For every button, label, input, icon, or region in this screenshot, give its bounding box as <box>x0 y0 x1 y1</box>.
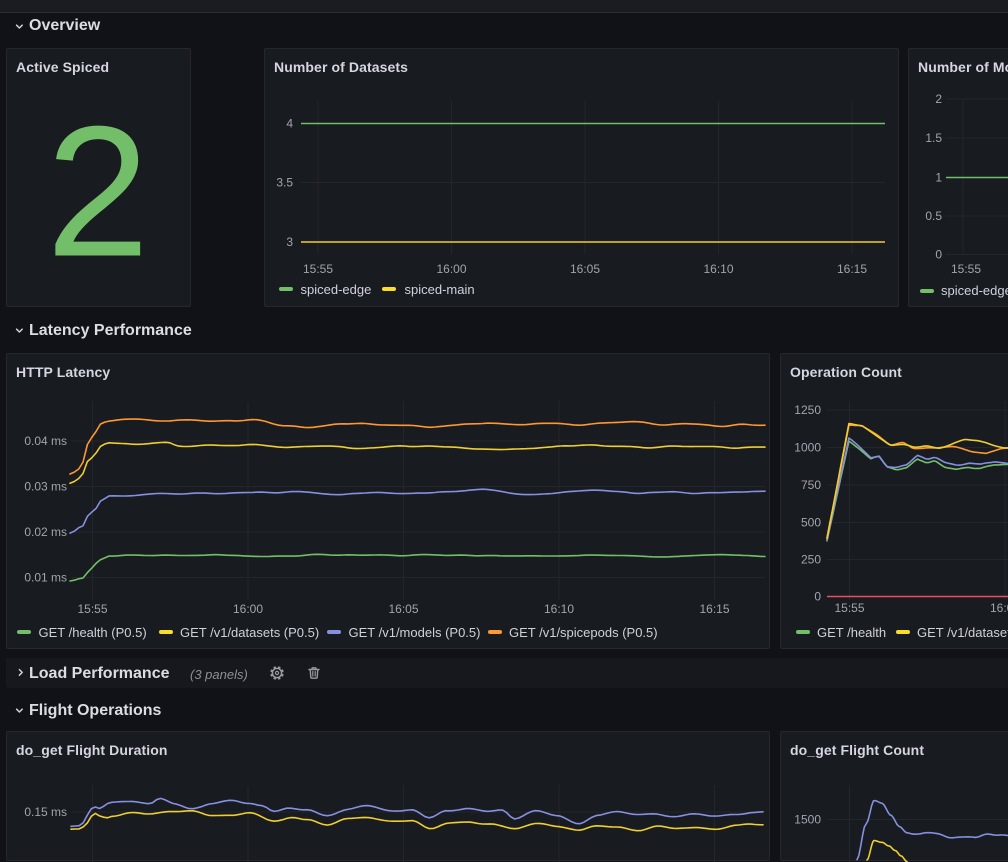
svg-text:16:10: 16:10 <box>703 262 733 276</box>
svg-text:3.5: 3.5 <box>276 176 293 190</box>
svg-text:GET /health: GET /health <box>817 625 886 640</box>
svg-text:250: 250 <box>801 553 821 567</box>
svg-text:16:10: 16:10 <box>544 602 574 616</box>
svg-text:0.02 ms: 0.02 ms <box>24 525 67 539</box>
svg-text:0.03 ms: 0.03 ms <box>24 480 67 494</box>
svg-text:1.5: 1.5 <box>925 131 942 145</box>
svg-text:GET /v1/datasets: GET /v1/datasets <box>917 625 1008 640</box>
svg-text:4: 4 <box>286 117 293 131</box>
svg-text:3: 3 <box>286 235 293 249</box>
svg-text:16:15: 16:15 <box>699 602 729 616</box>
svg-text:500: 500 <box>801 516 821 530</box>
svg-text:1: 1 <box>935 171 942 185</box>
svg-text:0.15 ms: 0.15 ms <box>24 805 67 819</box>
svg-text:GET /v1/models (P0.5): GET /v1/models (P0.5) <box>349 625 481 640</box>
svg-text:GET /v1/datasets (P0.5): GET /v1/datasets (P0.5) <box>180 625 319 640</box>
svg-text:0.04 ms: 0.04 ms <box>24 434 67 448</box>
svg-text:spiced-edge: spiced-edge <box>301 282 372 297</box>
svg-text:0.01 ms: 0.01 ms <box>24 571 67 585</box>
svg-text:16:00: 16:00 <box>233 602 263 616</box>
svg-text:16:15: 16:15 <box>837 262 867 276</box>
svg-text:1250: 1250 <box>794 403 821 417</box>
svg-text:spiced-main: spiced-main <box>405 282 475 297</box>
svg-text:15:55: 15:55 <box>77 602 107 616</box>
svg-text:GET /health (P0.5): GET /health (P0.5) <box>39 625 147 640</box>
svg-text:15:55: 15:55 <box>303 262 333 276</box>
svg-text:1000: 1000 <box>794 441 821 455</box>
svg-text:GET /v1/spicepods (P0.5): GET /v1/spicepods (P0.5) <box>509 625 658 640</box>
svg-text:1500: 1500 <box>794 813 821 827</box>
svg-text:16:00: 16:00 <box>990 601 1008 615</box>
svg-text:15:55: 15:55 <box>834 601 864 615</box>
svg-text:16:00: 16:00 <box>436 262 466 276</box>
svg-text:16:05: 16:05 <box>388 602 418 616</box>
svg-text:0.5: 0.5 <box>925 209 942 223</box>
svg-text:0: 0 <box>814 590 821 604</box>
svg-text:2: 2 <box>935 92 942 106</box>
svg-text:2: 2 <box>46 89 149 296</box>
svg-text:15:55: 15:55 <box>951 262 981 276</box>
svg-text:750: 750 <box>801 478 821 492</box>
svg-text:spiced-edge: spiced-edge <box>941 283 1008 298</box>
svg-text:0: 0 <box>935 248 942 262</box>
svg-text:16:05: 16:05 <box>570 262 600 276</box>
